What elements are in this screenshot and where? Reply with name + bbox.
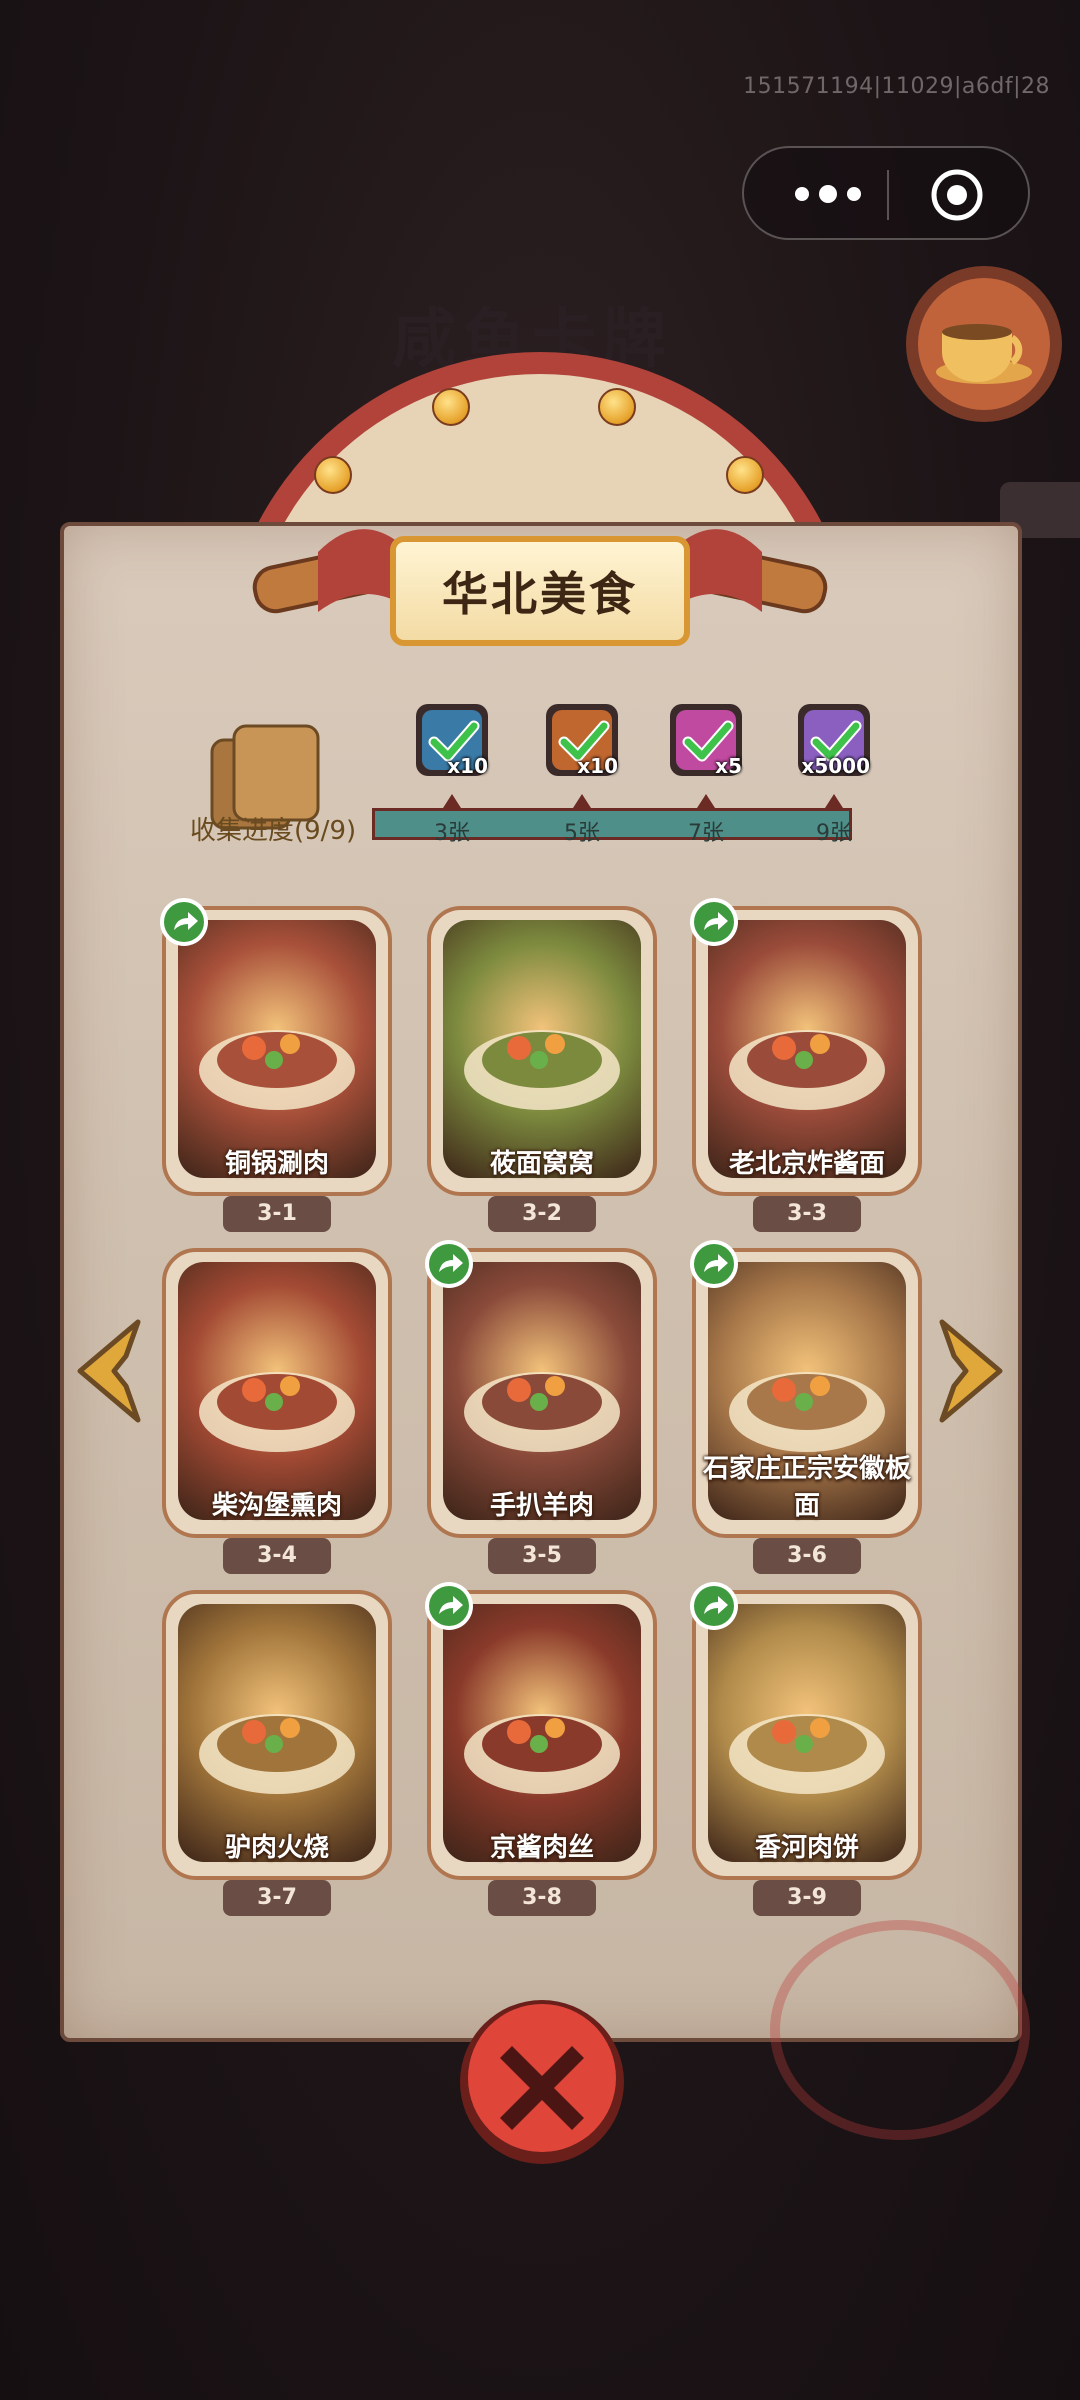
- milestone-reward[interactable]: x5000: [794, 700, 874, 780]
- coffee-icon[interactable]: [902, 262, 1066, 426]
- card-name: 老北京炸酱面: [728, 1149, 885, 1179]
- milestone-reward[interactable]: x10: [412, 700, 492, 780]
- milestone-tick: [825, 794, 843, 808]
- milestone-label: 3张: [434, 821, 470, 846]
- arch-stud: [598, 388, 636, 426]
- food-card[interactable]: 香河肉饼: [692, 1590, 922, 1880]
- card-code: 3-3: [753, 1196, 861, 1232]
- card-name: 铜锅涮肉: [224, 1149, 329, 1179]
- card-name: 香河肉饼: [754, 1833, 859, 1863]
- arch-stud: [726, 456, 764, 494]
- share-icon[interactable]: [688, 1238, 740, 1290]
- milestone-label: 7张: [688, 821, 724, 846]
- food-illustration: [443, 1604, 641, 1862]
- card-name: 驴肉火烧: [224, 1833, 329, 1863]
- share-icon[interactable]: [688, 896, 740, 948]
- food-illustration: [708, 1604, 906, 1862]
- reward-count: x10: [577, 754, 618, 778]
- card-name: 柴沟堡熏肉: [211, 1491, 342, 1521]
- food-card[interactable]: 铜锅涮肉: [162, 906, 392, 1196]
- food-card[interactable]: 石家庄正宗安徽板面: [692, 1248, 922, 1538]
- food-card[interactable]: 莜面窝窝: [427, 906, 657, 1196]
- food-illustration: [178, 920, 376, 1178]
- food-card[interactable]: 京酱肉丝: [427, 1590, 657, 1880]
- food-card[interactable]: 驴肉火烧: [162, 1590, 392, 1880]
- milestone-reward[interactable]: x5: [666, 700, 746, 780]
- title-banner: 华北美食: [390, 536, 690, 646]
- food-card[interactable]: 柴沟堡熏肉: [162, 1248, 392, 1538]
- miniprogram-capsule: [742, 146, 1030, 240]
- milestone-tick: [573, 794, 591, 808]
- share-icon[interactable]: [423, 1238, 475, 1290]
- arch-stud: [432, 388, 470, 426]
- food-illustration: [178, 1262, 376, 1520]
- milestone-tick: [697, 794, 715, 808]
- milestone-tick: [443, 794, 461, 808]
- more-dots-icon[interactable]: [788, 178, 868, 210]
- reward-count: x5: [715, 754, 742, 778]
- build-id-text: 151571194|11029|a6df|28: [743, 74, 1050, 99]
- card-name: 京酱肉丝: [489, 1833, 594, 1863]
- capsule-divider: [887, 170, 889, 220]
- card-code: 3-8: [488, 1880, 596, 1916]
- card-code: 3-4: [223, 1538, 331, 1574]
- card-name: 莜面窝窝: [489, 1149, 594, 1179]
- food-illustration: [708, 920, 906, 1178]
- milestone-label: 9张: [816, 821, 852, 846]
- share-icon[interactable]: [423, 1580, 475, 1632]
- food-illustration: [178, 1604, 376, 1862]
- arch-stud: [314, 456, 352, 494]
- card-code: 3-9: [753, 1880, 861, 1916]
- arrow-right-icon[interactable]: [934, 1316, 1010, 1426]
- panel-title: 华北美食: [442, 567, 638, 621]
- milestone-reward[interactable]: x10: [542, 700, 622, 780]
- seal-stamp: [770, 1920, 1030, 2140]
- card-code: 3-7: [223, 1880, 331, 1916]
- food-illustration: [443, 920, 641, 1178]
- card-code: 3-1: [223, 1196, 331, 1232]
- food-illustration: [443, 1262, 641, 1520]
- reward-count: x5000: [801, 754, 870, 778]
- card-name: 手扒羊肉: [489, 1491, 594, 1521]
- target-icon[interactable]: [930, 168, 984, 222]
- collection-progress-label: 收集进度(9/9): [190, 816, 357, 846]
- food-card[interactable]: 手扒羊肉: [427, 1248, 657, 1538]
- share-icon[interactable]: [158, 896, 210, 948]
- card-code: 3-5: [488, 1538, 596, 1574]
- card-name: 石家庄正宗安徽板面: [702, 1454, 911, 1521]
- arrow-left-icon[interactable]: [70, 1316, 146, 1426]
- food-card[interactable]: 老北京炸酱面: [692, 906, 922, 1196]
- card-code: 3-2: [488, 1196, 596, 1232]
- share-icon[interactable]: [688, 1580, 740, 1632]
- milestone-label: 5张: [564, 821, 600, 846]
- close-icon[interactable]: [456, 1996, 628, 2168]
- reward-count: x10: [447, 754, 488, 778]
- card-code: 3-6: [753, 1538, 861, 1574]
